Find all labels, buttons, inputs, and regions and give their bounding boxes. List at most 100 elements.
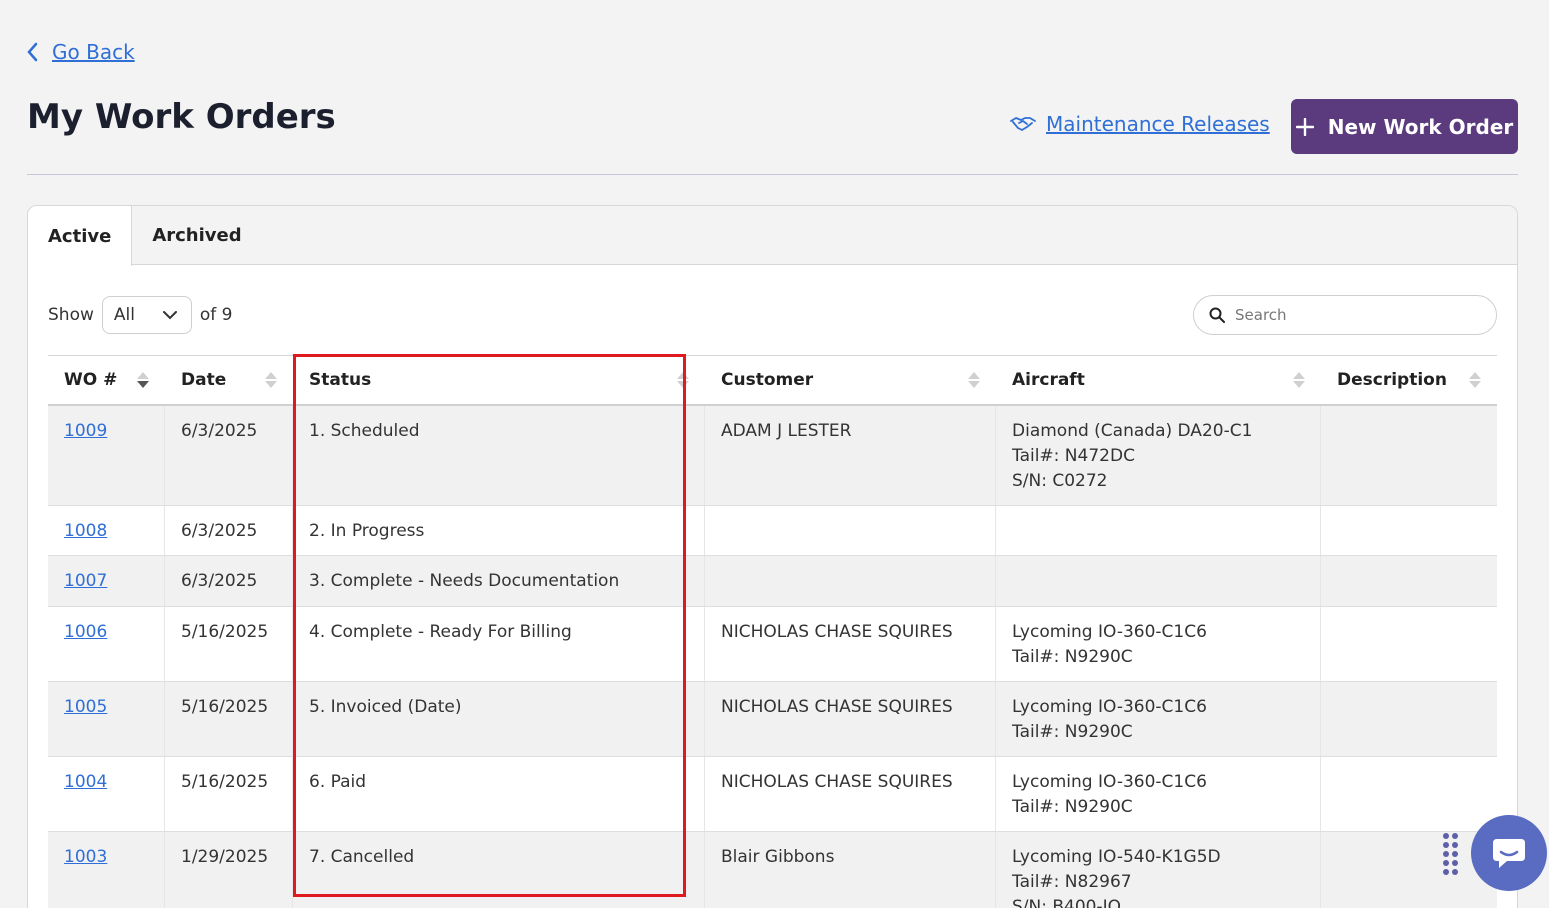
- total-count-label: of 9: [199, 305, 233, 325]
- column-header-description[interactable]: Description: [1321, 356, 1497, 404]
- wo-link[interactable]: 1009: [64, 421, 107, 441]
- cell-description: [1321, 506, 1497, 555]
- cell-status: 2. In Progress: [293, 506, 705, 555]
- cell-customer: NICHOLAS CHASE SQUIRES: [705, 682, 996, 756]
- cell-date: 6/3/2025: [165, 506, 293, 555]
- cell-wo: 1005: [48, 682, 165, 756]
- aircraft-model: Lycoming IO-540-K1G5D: [1012, 847, 1221, 867]
- cell-wo: 1007: [48, 556, 165, 606]
- cell-description: [1321, 682, 1497, 756]
- aircraft-serial: S/N: B400-IQ: [1012, 897, 1122, 908]
- drag-handle-icon[interactable]: [1443, 833, 1458, 875]
- cell-description: [1321, 757, 1497, 831]
- table-row: 1009 6/3/2025 1. Scheduled ADAM J LESTER…: [48, 406, 1497, 506]
- cell-wo: 1008: [48, 506, 165, 555]
- cell-date: 5/16/2025: [165, 757, 293, 831]
- column-header-label: Description: [1337, 370, 1447, 390]
- cell-customer: NICHOLAS CHASE SQUIRES: [705, 757, 996, 831]
- tab-active[interactable]: Active: [28, 206, 133, 266]
- aircraft-tail: Tail#: N9290C: [1012, 797, 1133, 817]
- go-back-label: Go Back: [52, 40, 135, 64]
- wo-link[interactable]: 1005: [64, 697, 107, 717]
- search-input[interactable]: Search: [1193, 295, 1497, 335]
- sort-icon: [677, 372, 689, 388]
- column-header-label: Customer: [721, 370, 814, 390]
- wo-link[interactable]: 1006: [64, 622, 107, 642]
- go-back-link[interactable]: Go Back: [26, 40, 135, 64]
- cell-aircraft: [996, 506, 1321, 555]
- search-placeholder: Search: [1235, 306, 1287, 324]
- sort-icon: [968, 372, 980, 388]
- column-header-label: Aircraft: [1012, 370, 1085, 390]
- chat-icon: [1493, 839, 1525, 868]
- cell-wo: 1006: [48, 607, 165, 681]
- page-size-controls: Show All of 9: [48, 296, 232, 334]
- tab-bar: Active Archived: [28, 206, 1517, 266]
- cell-customer: Blair Gibbons: [705, 832, 996, 908]
- page-size-select[interactable]: All: [101, 296, 192, 334]
- cell-description: [1321, 832, 1497, 908]
- table-row: 1004 5/16/2025 6. Paid NICHOLAS CHASE SQ…: [48, 757, 1497, 832]
- aircraft-model: Lycoming IO-360-C1C6: [1012, 772, 1207, 792]
- sort-icon: [1293, 372, 1305, 388]
- sort-icon: [137, 372, 149, 388]
- cell-description: [1321, 406, 1497, 505]
- aircraft-tail: Tail#: N9290C: [1012, 722, 1133, 742]
- plus-icon: [1295, 117, 1314, 136]
- cell-description: [1321, 556, 1497, 606]
- table-row: 1007 6/3/2025 3. Complete - Needs Docume…: [48, 556, 1497, 607]
- table-row: 1003 1/29/2025 7. Cancelled Blair Gibbon…: [48, 832, 1497, 908]
- wo-link[interactable]: 1007: [64, 571, 107, 591]
- wo-link[interactable]: 1003: [64, 847, 107, 867]
- aircraft-tail: Tail#: N82967: [1012, 872, 1132, 892]
- cell-aircraft: [996, 556, 1321, 606]
- search-icon: [1209, 307, 1225, 323]
- column-header-customer[interactable]: Customer: [705, 356, 996, 404]
- cell-customer: [705, 556, 996, 606]
- page-title: My Work Orders: [27, 97, 336, 137]
- cell-aircraft: Lycoming IO-360-C1C6 Tail#: N9290C: [996, 682, 1321, 756]
- new-work-order-button[interactable]: New Work Order: [1291, 99, 1518, 154]
- cell-status: 4. Complete - Ready For Billing: [293, 607, 705, 681]
- column-header-label: Status: [309, 370, 372, 390]
- column-header-wo[interactable]: WO #: [48, 356, 165, 404]
- cell-status: 1. Scheduled: [293, 406, 705, 505]
- tab-archived[interactable]: Archived: [132, 206, 261, 265]
- cell-status: 6. Paid: [293, 757, 705, 831]
- handshake-icon: [1010, 117, 1036, 131]
- new-work-order-label: New Work Order: [1327, 114, 1514, 139]
- aircraft-tail: Tail#: N9290C: [1012, 647, 1133, 667]
- maintenance-releases-link[interactable]: Maintenance Releases: [1010, 112, 1270, 136]
- work-orders-table: WO # Date Status Customer Aircraft Descr…: [48, 355, 1497, 908]
- show-label: Show: [48, 305, 94, 325]
- column-header-label: WO #: [64, 370, 118, 390]
- table-row: 1008 6/3/2025 2. In Progress: [48, 506, 1497, 556]
- aircraft-model: Lycoming IO-360-C1C6: [1012, 622, 1207, 642]
- cell-customer: ADAM J LESTER: [705, 406, 996, 505]
- cell-aircraft: Lycoming IO-360-C1C6 Tail#: N9290C: [996, 757, 1321, 831]
- aircraft-tail: Tail#: N472DC: [1012, 446, 1135, 466]
- header-divider: [27, 174, 1518, 175]
- wo-link[interactable]: 1004: [64, 772, 107, 792]
- column-header-aircraft[interactable]: Aircraft: [996, 356, 1321, 404]
- cell-aircraft: Lycoming IO-360-C1C6 Tail#: N9290C: [996, 607, 1321, 681]
- column-header-label: Date: [181, 370, 227, 390]
- maintenance-releases-label: Maintenance Releases: [1046, 112, 1270, 136]
- table-row: 1006 5/16/2025 4. Complete - Ready For B…: [48, 607, 1497, 682]
- chevron-left-icon: [27, 42, 38, 62]
- column-header-date[interactable]: Date: [165, 356, 293, 404]
- cell-aircraft: Lycoming IO-540-K1G5D Tail#: N82967 S/N:…: [996, 832, 1321, 908]
- table-row: 1005 5/16/2025 5. Invoiced (Date) NICHOL…: [48, 682, 1497, 757]
- cell-date: 5/16/2025: [165, 682, 293, 756]
- cell-wo: 1004: [48, 757, 165, 831]
- cell-date: 1/29/2025: [165, 832, 293, 908]
- chat-button[interactable]: [1471, 815, 1547, 891]
- cell-status: 7. Cancelled: [293, 832, 705, 908]
- cell-customer: NICHOLAS CHASE SQUIRES: [705, 607, 996, 681]
- cell-date: 6/3/2025: [165, 556, 293, 606]
- aircraft-model: Diamond (Canada) DA20-C1: [1012, 421, 1253, 441]
- wo-link[interactable]: 1008: [64, 521, 107, 541]
- column-header-status[interactable]: Status: [293, 356, 705, 404]
- table-header: WO # Date Status Customer Aircraft Descr…: [48, 355, 1497, 406]
- cell-wo: 1003: [48, 832, 165, 908]
